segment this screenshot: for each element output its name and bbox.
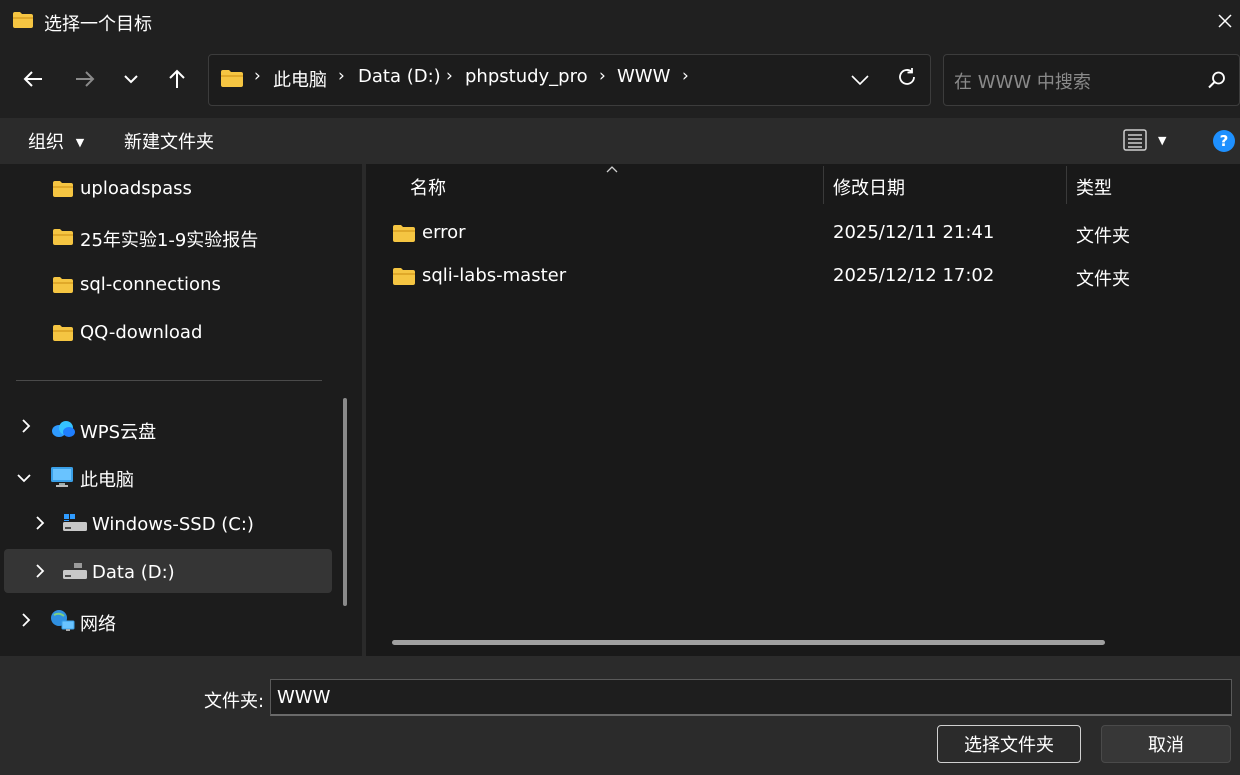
- chevron-right-icon: ›: [254, 66, 261, 86]
- details-view-icon: [1123, 129, 1147, 151]
- folder-icon: [52, 228, 74, 251]
- chevron-right-icon[interactable]: ›: [338, 66, 345, 86]
- sidebar-divider: [16, 380, 322, 381]
- file-modified: 2025/12/12 17:02: [833, 265, 995, 286]
- sidebar-item-windows-ssd[interactable]: Windows-SSD (C:): [92, 514, 254, 535]
- view-options-button[interactable]: [1123, 129, 1147, 156]
- drive-icon: [62, 561, 88, 586]
- collapse-chevron-icon[interactable]: [16, 468, 32, 487]
- arrow-left-icon: [23, 71, 42, 87]
- folder-icon: [12, 11, 34, 29]
- refresh-icon: [899, 68, 915, 85]
- expand-chevron-icon[interactable]: [18, 418, 34, 438]
- sidebar-item-uploadspass[interactable]: uploadspass: [80, 178, 192, 199]
- address-history-button[interactable]: [850, 70, 872, 88]
- horizontal-scrollbar[interactable]: [392, 640, 1105, 645]
- help-icon: ?: [1213, 130, 1235, 152]
- sidebar-item-sql-connections[interactable]: sql-connections: [80, 274, 221, 295]
- help-button[interactable]: ?: [1212, 129, 1236, 158]
- sidebar-item-data-d[interactable]: Data (D:): [92, 562, 175, 583]
- caret-down-icon: ▼: [75, 136, 85, 149]
- arrow-right-icon: [76, 71, 95, 87]
- sidebar-item-network[interactable]: 网络: [80, 610, 116, 636]
- forward-button[interactable]: [68, 62, 102, 96]
- svg-text:?: ?: [1220, 132, 1229, 150]
- sidebar-scrollbar[interactable]: [343, 398, 347, 606]
- file-type: 文件夹: [1076, 269, 1130, 290]
- chevron-down-icon: [124, 75, 138, 84]
- breadcrumb-this-pc[interactable]: 此电脑: [273, 66, 327, 92]
- arrow-up-icon: [169, 69, 185, 88]
- expand-chevron-icon[interactable]: [32, 563, 48, 583]
- close-button[interactable]: [1210, 4, 1240, 38]
- sidebar-item-this-pc[interactable]: 此电脑: [80, 466, 134, 492]
- sidebar-item-qq-download[interactable]: QQ-download: [80, 322, 202, 343]
- organize-menu[interactable]: 组织 ▼: [28, 128, 84, 154]
- caret-down-icon[interactable]: ▼: [1158, 134, 1166, 147]
- network-icon: [50, 609, 76, 638]
- folder-field-label: 文件夹:: [204, 691, 265, 712]
- chevron-right-icon[interactable]: ›: [599, 66, 606, 86]
- column-header-name[interactable]: 名称: [410, 174, 446, 200]
- folder-icon: [392, 224, 416, 248]
- folder-icon: [392, 267, 416, 291]
- breadcrumb-data-d[interactable]: Data (D:): [358, 66, 441, 87]
- sidebar-item-report[interactable]: 25年实验1-9实验报告: [80, 226, 258, 252]
- select-folder-button[interactable]: 选择文件夹: [937, 725, 1081, 763]
- sidebar-item-wps-cloud[interactable]: WPS云盘: [80, 418, 156, 444]
- new-folder-button[interactable]: 新建文件夹: [124, 128, 214, 154]
- file-modified: 2025/12/11 21:41: [833, 222, 995, 243]
- expand-chevron-icon[interactable]: [18, 612, 34, 632]
- folder-icon: [52, 180, 74, 203]
- file-name[interactable]: error: [422, 222, 466, 243]
- sort-ascending-icon: [606, 162, 618, 176]
- refresh-button[interactable]: [896, 66, 918, 88]
- organize-label: 组织: [28, 132, 64, 153]
- search-placeholder: 在 WWW 中搜索: [954, 72, 1091, 93]
- back-button[interactable]: [16, 62, 50, 96]
- column-header-modified[interactable]: 修改日期: [833, 174, 905, 200]
- chevron-right-icon[interactable]: ›: [682, 66, 689, 86]
- column-divider[interactable]: [1066, 166, 1067, 204]
- chevron-right-icon[interactable]: ›: [446, 66, 453, 86]
- up-button[interactable]: [160, 62, 194, 96]
- folder-name-input[interactable]: WWW: [270, 679, 1232, 716]
- expand-chevron-icon[interactable]: [32, 515, 48, 535]
- title-bar: [0, 0, 1240, 42]
- folder-icon: [52, 276, 74, 299]
- computer-icon: [50, 466, 74, 493]
- windows-drive-icon: [62, 513, 88, 538]
- chevron-down-icon: [851, 75, 869, 86]
- column-divider[interactable]: [823, 166, 824, 204]
- file-name[interactable]: sqli-labs-master: [422, 265, 566, 286]
- folder-icon: [220, 69, 244, 93]
- cloud-icon: [50, 420, 76, 443]
- breadcrumb-www[interactable]: WWW: [617, 66, 670, 87]
- cancel-button[interactable]: 取消: [1101, 725, 1231, 763]
- window-title: 选择一个目标: [44, 14, 152, 35]
- search-icon[interactable]: [1207, 70, 1227, 95]
- folder-icon: [52, 324, 74, 347]
- close-icon: [1218, 14, 1232, 28]
- breadcrumb-phpstudy[interactable]: phpstudy_pro: [465, 66, 588, 87]
- file-type: 文件夹: [1076, 226, 1130, 247]
- column-header-type[interactable]: 类型: [1076, 174, 1112, 200]
- recent-locations-button[interactable]: [114, 62, 148, 96]
